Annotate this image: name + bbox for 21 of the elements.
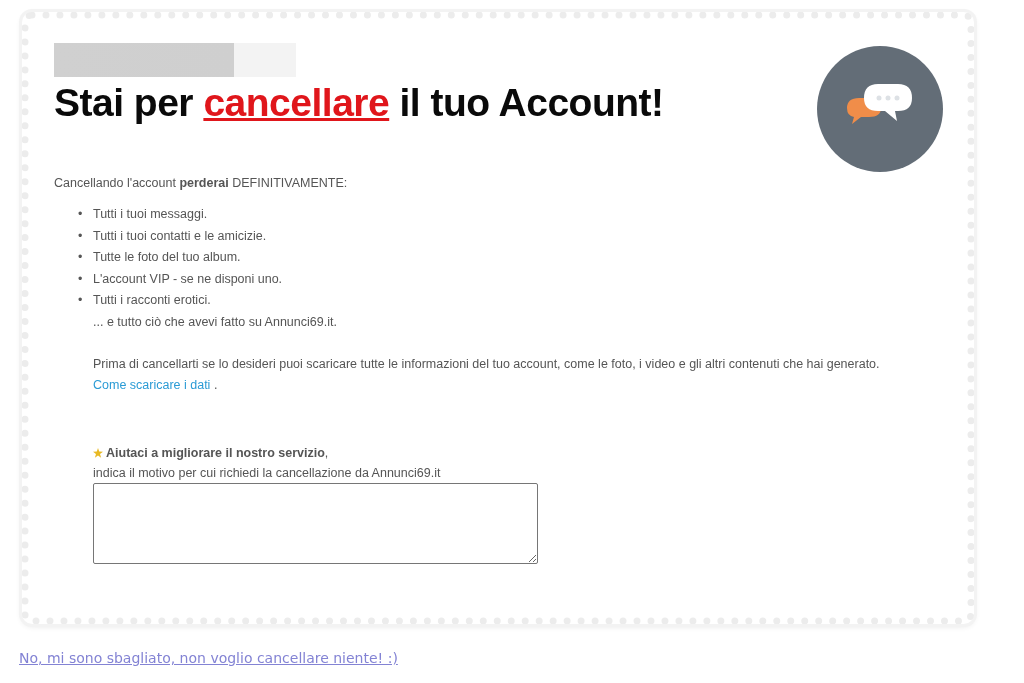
intro-text: Cancellando l'account perderai DEFINITIVAMENTE: (54, 176, 349, 190)
download-text: Prima di cancellarti se lo desideri puoi scaricare tutte le informazioni del tuo account, come le foto, i video e gli altri contenuti che hai generato. Come scaricare i dati . (93, 355, 881, 394)
feedback-hint: indica il motivo per cui richiedi la cancellazione da Annunci69.it (93, 465, 442, 480)
loss-item: Tutti i tuoi messaggi. (93, 206, 208, 223)
cancel-link[interactable]: No, mi sono sbagliato, non voglio cancellare niente! :) (19, 650, 398, 666)
bullet-mark: • (78, 249, 84, 267)
loss-item: L'account VIP - se ne disponi uno. (93, 270, 283, 288)
star-icon (93, 447, 103, 458)
chat-bubbles-icon (817, 46, 943, 172)
bullet-mark: • (78, 227, 84, 245)
loss-item: Tutte le foto del tuo album. (93, 249, 241, 267)
download-link[interactable]: Come scaricare i dati (93, 377, 211, 392)
bullet-mark: • (78, 270, 84, 288)
loss-item: Tutti i racconti erotici. (93, 292, 211, 310)
list-tail-text: ... e tutto ciò che avevi fatto su Annunci69.it. (93, 313, 338, 331)
bullet-mark: • (78, 292, 84, 310)
bullet-mark: • (78, 206, 84, 223)
loss-item: Tutti i tuoi contatti e le amicizie. (93, 227, 267, 245)
page-title: Stai per cancellare il tuo Account! (54, 81, 664, 125)
feedback-title: Aiutaci a migliorare il nostro servizio, (106, 445, 329, 460)
reason-field[interactable] (93, 482, 538, 564)
